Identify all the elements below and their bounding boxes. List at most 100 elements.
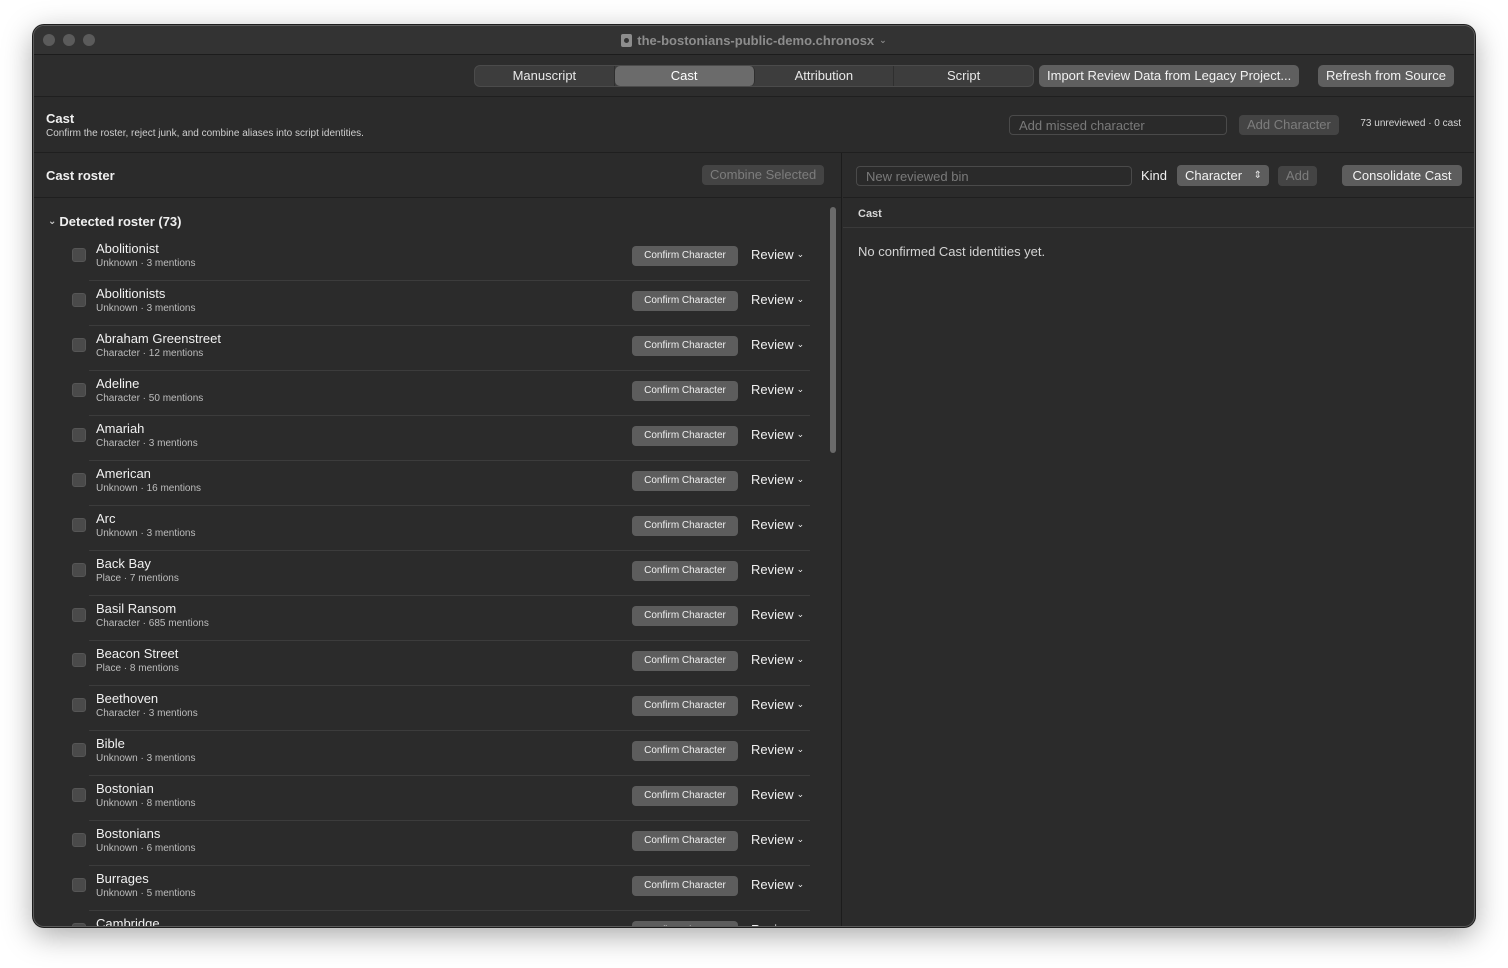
add-bin-button[interactable]: Add (1278, 166, 1317, 186)
row-checkbox[interactable] (72, 923, 86, 926)
confirm-character-button[interactable]: Confirm Character (632, 426, 738, 446)
tab-cast[interactable]: Cast (614, 66, 755, 86)
chevron-down-icon: ⌄ (879, 35, 887, 45)
review-menu-button[interactable]: Review⌄ (751, 877, 804, 892)
review-menu-button[interactable]: Review⌄ (751, 832, 804, 847)
review-menu-button[interactable]: Review⌄ (751, 472, 804, 487)
tab-script[interactable]: Script (894, 66, 1033, 86)
confirm-character-button[interactable]: Confirm Character (632, 696, 738, 716)
add-missed-character-input[interactable] (1009, 115, 1227, 135)
kind-select-value: Character (1185, 168, 1243, 183)
confirm-character-button[interactable]: Confirm Character (632, 831, 738, 851)
consolidate-cast-button[interactable]: Consolidate Cast (1342, 165, 1462, 186)
row-checkbox[interactable] (72, 473, 86, 487)
row-checkbox[interactable] (72, 563, 86, 577)
review-status-count: 73 unreviewed · 0 cast (1360, 118, 1461, 129)
new-reviewed-bin-input[interactable] (856, 166, 1132, 186)
review-menu-button[interactable]: Review⌄ (751, 337, 804, 352)
roster-row: Arc Unknown · 3 mentions Confirm Character… (34, 506, 829, 551)
review-menu-button[interactable]: Review⌄ (751, 922, 804, 926)
confirm-character-button[interactable]: Confirm Character (632, 786, 738, 806)
refresh-from-source-button[interactable]: Refresh from Source (1318, 65, 1454, 87)
cast-column-title: Cast (858, 208, 882, 220)
row-checkbox[interactable] (72, 833, 86, 847)
roster-scrollbar[interactable] (830, 207, 836, 453)
review-menu-button[interactable]: Review⌄ (751, 697, 804, 712)
row-checkbox[interactable] (72, 428, 86, 442)
character-meta: Character · 685 mentions (96, 618, 209, 629)
kind-label: Kind (1141, 168, 1168, 183)
import-review-data-button[interactable]: Import Review Data from Legacy Project..… (1039, 65, 1300, 87)
row-checkbox[interactable] (72, 698, 86, 712)
cast-roster-header: Cast roster Combine Selected (34, 153, 841, 198)
review-menu-button[interactable]: Review⌄ (751, 787, 804, 802)
cast-panel-header: Kind Character ⇕ Add Consolidate Cast (843, 153, 1474, 198)
confirm-character-button[interactable]: Confirm Character (632, 606, 738, 626)
row-checkbox[interactable] (72, 608, 86, 622)
review-menu-button[interactable]: Review⌄ (751, 247, 804, 262)
row-checkbox[interactable] (72, 653, 86, 667)
page-title: Cast (46, 111, 75, 126)
chevron-down-icon: ⌄ (796, 384, 805, 394)
cast-roster-title: Cast roster (46, 168, 115, 183)
chevron-down-icon: ⌄ (796, 339, 805, 349)
character-name: Burrages (96, 871, 149, 886)
review-label: Review (751, 607, 794, 622)
character-name: Abolitionists (96, 286, 166, 301)
confirm-character-button[interactable]: Confirm Character (632, 741, 738, 761)
window-title-area[interactable]: the-bostonians-public-demo.chronosx ⌄ (34, 33, 1474, 48)
confirm-character-button[interactable]: Confirm Character (632, 291, 738, 311)
review-menu-button[interactable]: Review⌄ (751, 292, 804, 307)
review-label: Review (751, 877, 794, 892)
kind-select[interactable]: Character ⇕ (1177, 165, 1269, 186)
review-menu-button[interactable]: Review⌄ (751, 382, 804, 397)
confirm-character-button[interactable]: Confirm Character (632, 561, 738, 581)
character-name: Bostonians (96, 826, 161, 841)
row-checkbox[interactable] (72, 383, 86, 397)
character-name: Back Bay (96, 556, 151, 571)
character-name: American (96, 466, 151, 481)
chevron-down-icon: ⌄ (796, 654, 805, 664)
row-checkbox[interactable] (72, 293, 86, 307)
confirm-character-button[interactable]: Confirm Character (632, 876, 738, 896)
character-meta: Place · 8 mentions (96, 663, 179, 674)
combine-selected-button[interactable]: Combine Selected (702, 165, 825, 185)
tab-attribution[interactable]: Attribution (755, 66, 895, 86)
roster-row: American Unknown · 16 mentions Confirm Cha… (34, 461, 829, 506)
confirm-character-button[interactable]: Confirm Character (632, 651, 738, 671)
confirm-character-button[interactable]: Confirm Character (632, 336, 738, 356)
row-checkbox[interactable] (72, 338, 86, 352)
character-name: Adeline (96, 376, 140, 391)
review-menu-button[interactable]: Review⌄ (751, 517, 804, 532)
confirm-character-button[interactable]: Confirm Character (632, 381, 738, 401)
row-checkbox[interactable] (72, 743, 86, 757)
document-icon (621, 34, 633, 47)
review-label: Review (751, 652, 794, 667)
detected-roster-group-toggle[interactable]: ⌄ Detected roster (73) (48, 214, 182, 229)
review-menu-button[interactable]: Review⌄ (751, 652, 804, 667)
confirm-character-button[interactable]: Confirm Character (632, 246, 738, 266)
row-checkbox[interactable] (72, 788, 86, 802)
confirm-character-button[interactable]: Confirm Character (632, 921, 738, 926)
row-checkbox[interactable] (72, 248, 86, 262)
review-label: Review (751, 292, 794, 307)
character-name: Bostonian (96, 781, 154, 796)
roster-rows: Abolitionist Unknown · 3 mentions Confirm … (34, 236, 829, 926)
row-checkbox[interactable] (72, 878, 86, 892)
review-menu-button[interactable]: Review⌄ (751, 607, 804, 622)
character-name: Amariah (96, 421, 145, 436)
row-checkbox[interactable] (72, 518, 86, 532)
review-label: Review (751, 427, 794, 442)
roster-row: Abolitionist Unknown · 3 mentions Confirm … (34, 236, 829, 281)
character-meta: Unknown · 3 mentions (96, 753, 196, 764)
roster-row: Bible Unknown · 3 mentions Confirm Charact… (34, 731, 829, 776)
review-menu-button[interactable]: Review⌄ (751, 742, 804, 757)
window-title: the-bostonians-public-demo.chronosx (637, 33, 875, 48)
confirm-character-button[interactable]: Confirm Character (632, 516, 738, 536)
review-menu-button[interactable]: Review⌄ (751, 562, 804, 577)
character-name: Abraham Greenstreet (96, 331, 222, 346)
confirm-character-button[interactable]: Confirm Character (632, 471, 738, 491)
tab-manuscript[interactable]: Manuscript (475, 66, 615, 86)
add-character-button[interactable]: Add Character (1239, 115, 1339, 135)
review-menu-button[interactable]: Review⌄ (751, 427, 804, 442)
